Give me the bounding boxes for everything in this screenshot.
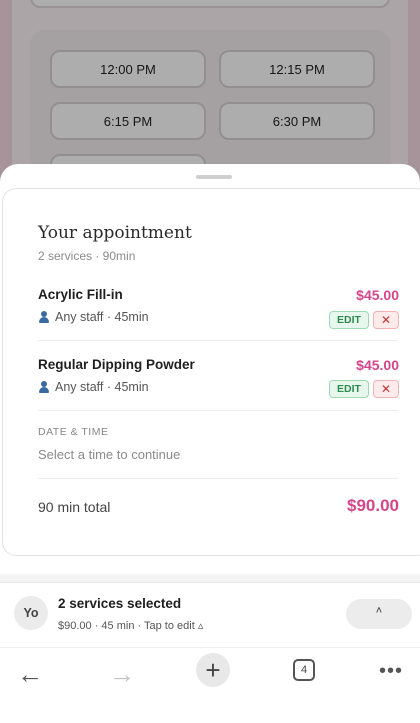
person-icon (38, 311, 50, 323)
more-options-icon[interactable]: ••• (376, 654, 406, 688)
edit-service-button[interactable]: EDIT (329, 380, 369, 398)
sheet-drag-handle[interactable] (196, 175, 232, 179)
forward-arrow-icon[interactable]: → (102, 654, 142, 694)
date-time-label: DATE & TIME (38, 426, 109, 438)
service-name: Regular Dipping Powder (38, 357, 195, 372)
date-time-value: Select a time to continue (38, 447, 181, 462)
total-duration: 90 min total (38, 499, 111, 515)
sheet-separator (0, 574, 420, 582)
remove-service-button[interactable]: ✕ (373, 380, 399, 398)
divider (38, 410, 398, 411)
appointment-title: Your appointment (38, 223, 192, 243)
service-price: $45.00 (356, 287, 399, 303)
avatar: Yo (14, 596, 48, 630)
service-staff: Any staff · 45min (38, 310, 149, 324)
appointment-summary: 2 services · 90min (38, 249, 136, 263)
new-tab-plus-icon[interactable]: + (196, 653, 230, 687)
browser-navbar: ← → + 4 ••• (0, 647, 420, 723)
edit-service-button[interactable]: EDIT (329, 311, 369, 329)
total-price: $90.00 (347, 496, 399, 515)
remove-service-button[interactable]: ✕ (373, 311, 399, 329)
service-staff-text: Any staff · 45min (55, 310, 149, 324)
selection-bar[interactable]: Yo 2 services selected $90.00 · 45 min ·… (0, 582, 420, 647)
divider (38, 478, 398, 479)
appointment-card: Your appointment 2 services · 90min Acry… (2, 188, 420, 556)
chevron-up-icon[interactable]: ˄ (346, 599, 412, 629)
service-price: $45.00 (356, 357, 399, 373)
person-icon (38, 381, 50, 393)
service-staff-text: Any staff · 45min (55, 380, 149, 394)
back-arrow-icon[interactable]: ← (10, 654, 50, 694)
service-name: Acrylic Fill-in (38, 287, 123, 302)
divider (38, 340, 398, 341)
service-staff: Any staff · 45min (38, 380, 149, 394)
selection-title: 2 services selected (58, 596, 182, 611)
selection-subtitle[interactable]: $90.00 · 45 min · Tap to edit ▵ (58, 619, 203, 632)
tab-count-icon[interactable]: 4 (293, 659, 315, 681)
